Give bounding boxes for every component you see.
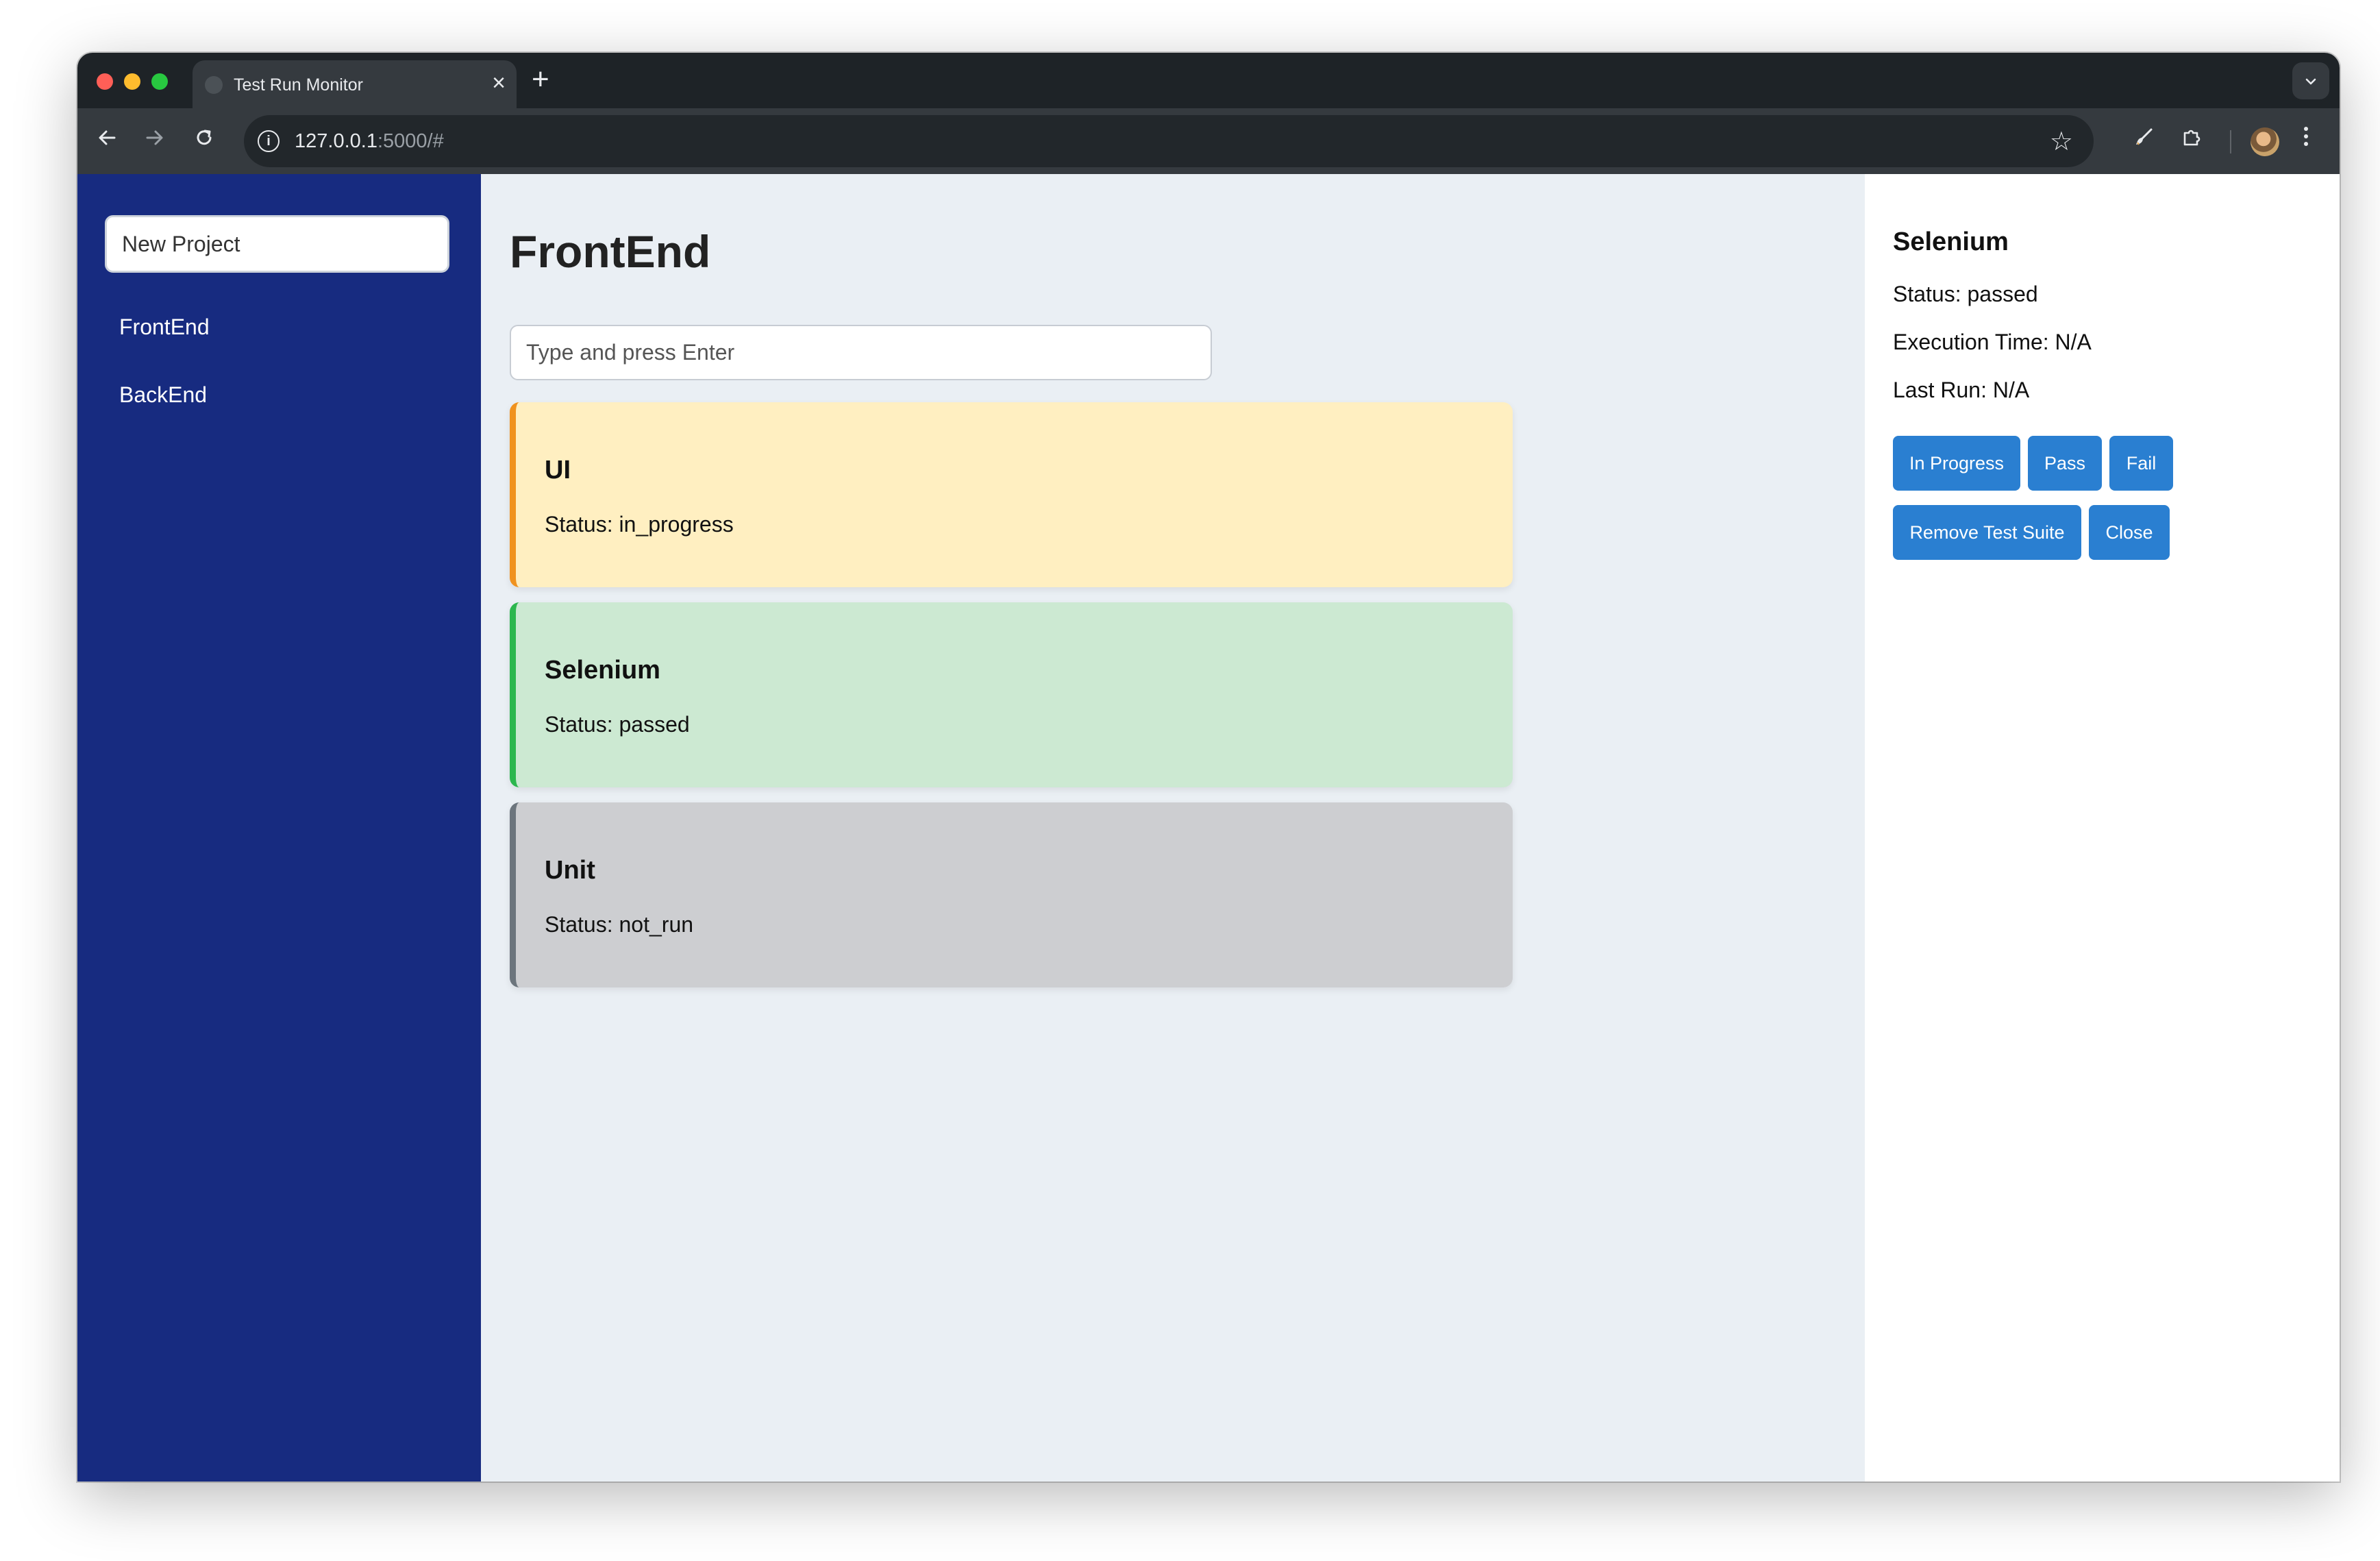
suite-card-unit[interactable]: Unit Status: not_run bbox=[510, 802, 1513, 987]
suite-card-selenium[interactable]: Selenium Status: passed bbox=[510, 602, 1513, 787]
pass-button[interactable]: Pass bbox=[2028, 436, 2102, 491]
sidebar-item-backend[interactable]: BackEnd bbox=[119, 382, 207, 408]
close-button[interactable]: Close bbox=[2089, 505, 2170, 560]
avatar[interactable] bbox=[2251, 127, 2279, 156]
url-text[interactable]: 127.0.0.1:5000/# bbox=[295, 130, 444, 153]
sidebar-item-frontend[interactable]: FrontEnd bbox=[119, 315, 210, 340]
browser-window: Test Run Monitor × + i 127.0.0.1:5000/# … bbox=[77, 53, 2340, 1482]
url-host: 127.0.0.1 bbox=[295, 130, 377, 152]
detail-status: Status: passed bbox=[1893, 282, 2038, 306]
maximize-window-button[interactable] bbox=[151, 73, 168, 90]
tab-strip: Test Run Monitor × + bbox=[77, 53, 2340, 108]
suite-detail-panel: Selenium Status: passed Execution Time: … bbox=[1865, 174, 2340, 1482]
toolbar-divider bbox=[2230, 130, 2231, 153]
new-project-input[interactable] bbox=[105, 215, 449, 273]
sidebar: FrontEnd BackEnd bbox=[77, 174, 481, 1482]
detail-title: Selenium bbox=[1893, 228, 2009, 256]
main-content: FrontEnd UI Status: in_progress Selenium… bbox=[481, 174, 1865, 1482]
address-bar[interactable]: i 127.0.0.1:5000/# ☆ bbox=[244, 115, 2094, 167]
tab-close-icon[interactable]: × bbox=[492, 71, 506, 95]
tab-title: Test Run Monitor bbox=[234, 75, 363, 95]
page-title: FrontEnd bbox=[510, 226, 711, 277]
minimize-window-button[interactable] bbox=[124, 73, 140, 90]
more-icon[interactable] bbox=[2303, 123, 2309, 158]
fail-button[interactable]: Fail bbox=[2109, 436, 2173, 491]
brush-icon[interactable] bbox=[2133, 123, 2155, 158]
suite-status: Status: in_progress bbox=[545, 512, 734, 537]
extensions-icon[interactable] bbox=[2181, 123, 2203, 158]
chevron-down-icon bbox=[2305, 78, 2316, 84]
remove-test-suite-button[interactable]: Remove Test Suite bbox=[1893, 505, 2081, 560]
reload-icon[interactable] bbox=[194, 123, 214, 158]
tab-search-button[interactable] bbox=[2292, 62, 2329, 99]
new-suite-input[interactable] bbox=[510, 325, 1212, 380]
forward-icon[interactable] bbox=[145, 123, 165, 158]
detail-last-run: Last Run: N/A bbox=[1893, 378, 2030, 402]
close-window-button[interactable] bbox=[97, 73, 113, 90]
suite-name: UI bbox=[545, 456, 571, 484]
detail-execution-time: Execution Time: N/A bbox=[1893, 330, 2092, 354]
globe-icon bbox=[205, 76, 223, 94]
page-viewport: FrontEnd BackEnd FrontEnd UI Status: in_… bbox=[77, 174, 2340, 1482]
suite-status: Status: passed bbox=[545, 712, 690, 737]
suite-name: Unit bbox=[545, 856, 595, 885]
in-progress-button[interactable]: In Progress bbox=[1893, 436, 2020, 491]
suite-status: Status: not_run bbox=[545, 912, 694, 937]
info-icon[interactable]: i bbox=[258, 130, 280, 152]
suite-card-ui[interactable]: UI Status: in_progress bbox=[510, 402, 1513, 587]
browser-toolbar: i 127.0.0.1:5000/# ☆ bbox=[77, 108, 2340, 174]
back-icon[interactable] bbox=[97, 123, 117, 158]
new-tab-button[interactable]: + bbox=[532, 62, 549, 97]
browser-tab[interactable]: Test Run Monitor × bbox=[193, 60, 517, 108]
suite-name: Selenium bbox=[545, 656, 660, 685]
star-icon[interactable]: ☆ bbox=[2050, 126, 2073, 157]
url-path: :5000/# bbox=[377, 130, 444, 152]
